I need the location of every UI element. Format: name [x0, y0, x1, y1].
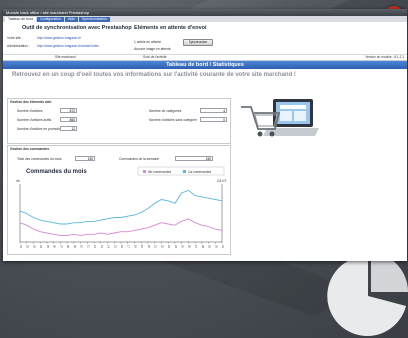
x-tick-label: 07	[59, 245, 63, 248]
x-tick-label: 21	[154, 245, 158, 248]
y-right-label: CA HT	[217, 179, 226, 183]
orders-panel: Gestion des commandes Total des commande…	[7, 145, 231, 255]
x-tick-label: 05	[46, 245, 50, 248]
app-window: Module back office / site marchand Prest…	[3, 9, 407, 261]
x-tick-label: 18	[133, 245, 137, 248]
category-count-field[interactable]: 4	[200, 108, 227, 113]
x-tick-label: 09	[73, 245, 77, 248]
pending-images: Aucune image en attente	[134, 47, 171, 51]
orders-line-chart: Commandes du mois Nb commandes Ca comman…	[16, 166, 226, 248]
articles-count-field[interactable]: 872	[60, 108, 77, 113]
legend-ca-icon	[183, 170, 186, 173]
x-tick-label: 25	[181, 245, 185, 248]
x-tick-label: 11	[86, 245, 90, 248]
site-label: Votre site :	[7, 36, 23, 40]
x-tick-label: 29	[208, 245, 212, 248]
x-tick-label: 02	[26, 245, 30, 248]
articles-title: Gestion des éléments web	[10, 100, 52, 104]
x-tick-label: 03	[32, 245, 36, 248]
x-tick-label: 22	[160, 245, 164, 248]
x-tick-label: 28	[201, 245, 205, 248]
x-tick-label: 04	[39, 245, 43, 248]
articles-panel: Gestion des éléments web Nombre d'articl…	[7, 98, 231, 144]
no-category-label: Nombre d'articles sans catégorie	[149, 118, 197, 122]
x-tick-label: 20	[147, 245, 151, 248]
x-tick-label: 06	[53, 245, 57, 248]
legend-ca-label: Ca commandes	[188, 170, 211, 174]
x-tick-label: 08	[66, 245, 70, 248]
dashboard-title: Tableau de bord / Statistiques	[3, 61, 407, 69]
dashboard-tagline: Retrouvez en un coup d'oeil toutes vos i…	[12, 72, 296, 78]
x-tick-label: 13	[100, 245, 104, 248]
active-count-field[interactable]: 860	[60, 117, 77, 122]
promo-count-field[interactable]: 12	[60, 126, 77, 131]
sync-title: Outil de synchronisation avec Prestashop	[22, 25, 132, 31]
x-tick-label: 24	[174, 245, 178, 248]
admin-row: Administration : http://www.gestion-maga…	[7, 44, 99, 48]
x-tick-label: 31	[221, 245, 225, 248]
sync-header: Outil de synchronisation avec Prestashop…	[3, 22, 407, 61]
legend-nb-label: Nb commandes	[148, 170, 171, 174]
window-title: Module back office / site marchand Prest…	[3, 9, 407, 16]
x-tick-label: 12	[93, 245, 97, 248]
x-tick-label: 10	[80, 245, 84, 248]
series-line-1	[19, 218, 223, 237]
x-tick-label: 16	[120, 245, 124, 248]
x-tick-label: 27	[194, 245, 198, 248]
no-category-field[interactable]: 0	[200, 117, 227, 122]
x-tick-label: 17	[127, 245, 131, 248]
y-left-label: nb	[16, 179, 20, 183]
articles-count-label: Nombre d'articles	[17, 109, 43, 113]
admin-label: Administration :	[7, 44, 30, 48]
x-tick-label: 23	[167, 245, 171, 248]
header-footer: Site marchand Suivi de l'activité Versio…	[3, 54, 407, 60]
active-count-label: Nombre d'articles actifs	[17, 118, 52, 122]
category-count-label: Nombre de catégories	[149, 109, 182, 113]
sync-button[interactable]: Synchroniser	[183, 39, 213, 46]
x-tick-label: 30	[214, 245, 218, 248]
admin-link[interactable]: http://www.gestion-magasin.fr/admin/inde…	[37, 44, 99, 48]
footer-site: Site marchand	[55, 55, 76, 59]
x-tick-label: 26	[187, 245, 191, 248]
x-tick-label: 14	[107, 245, 111, 248]
site-row: Votre site : http://www.gestion-magasin.…	[7, 36, 81, 40]
x-tick-label: 15	[113, 245, 117, 248]
chart-title: Commandes du mois	[26, 169, 87, 175]
background-pie-icon	[327, 252, 408, 336]
shopping-laptop-icon	[241, 99, 319, 137]
legend-nb-icon	[143, 170, 146, 173]
series-line-0	[19, 189, 223, 225]
footer-activity: Suivi de l'activité	[143, 55, 167, 59]
promo-count-label: Nombre d'articles en promotion	[17, 127, 63, 131]
footer-version: Version du module : 6.1.2.1	[365, 55, 404, 59]
x-tick-label: 19	[140, 245, 144, 248]
pending-items: 1 article en attente	[134, 40, 162, 44]
pending-title: Eléments en attente d'envoi	[134, 25, 207, 31]
site-link[interactable]: http://www.gestion-magasin.fr/	[37, 36, 81, 40]
x-tick-label: 01	[19, 245, 23, 248]
